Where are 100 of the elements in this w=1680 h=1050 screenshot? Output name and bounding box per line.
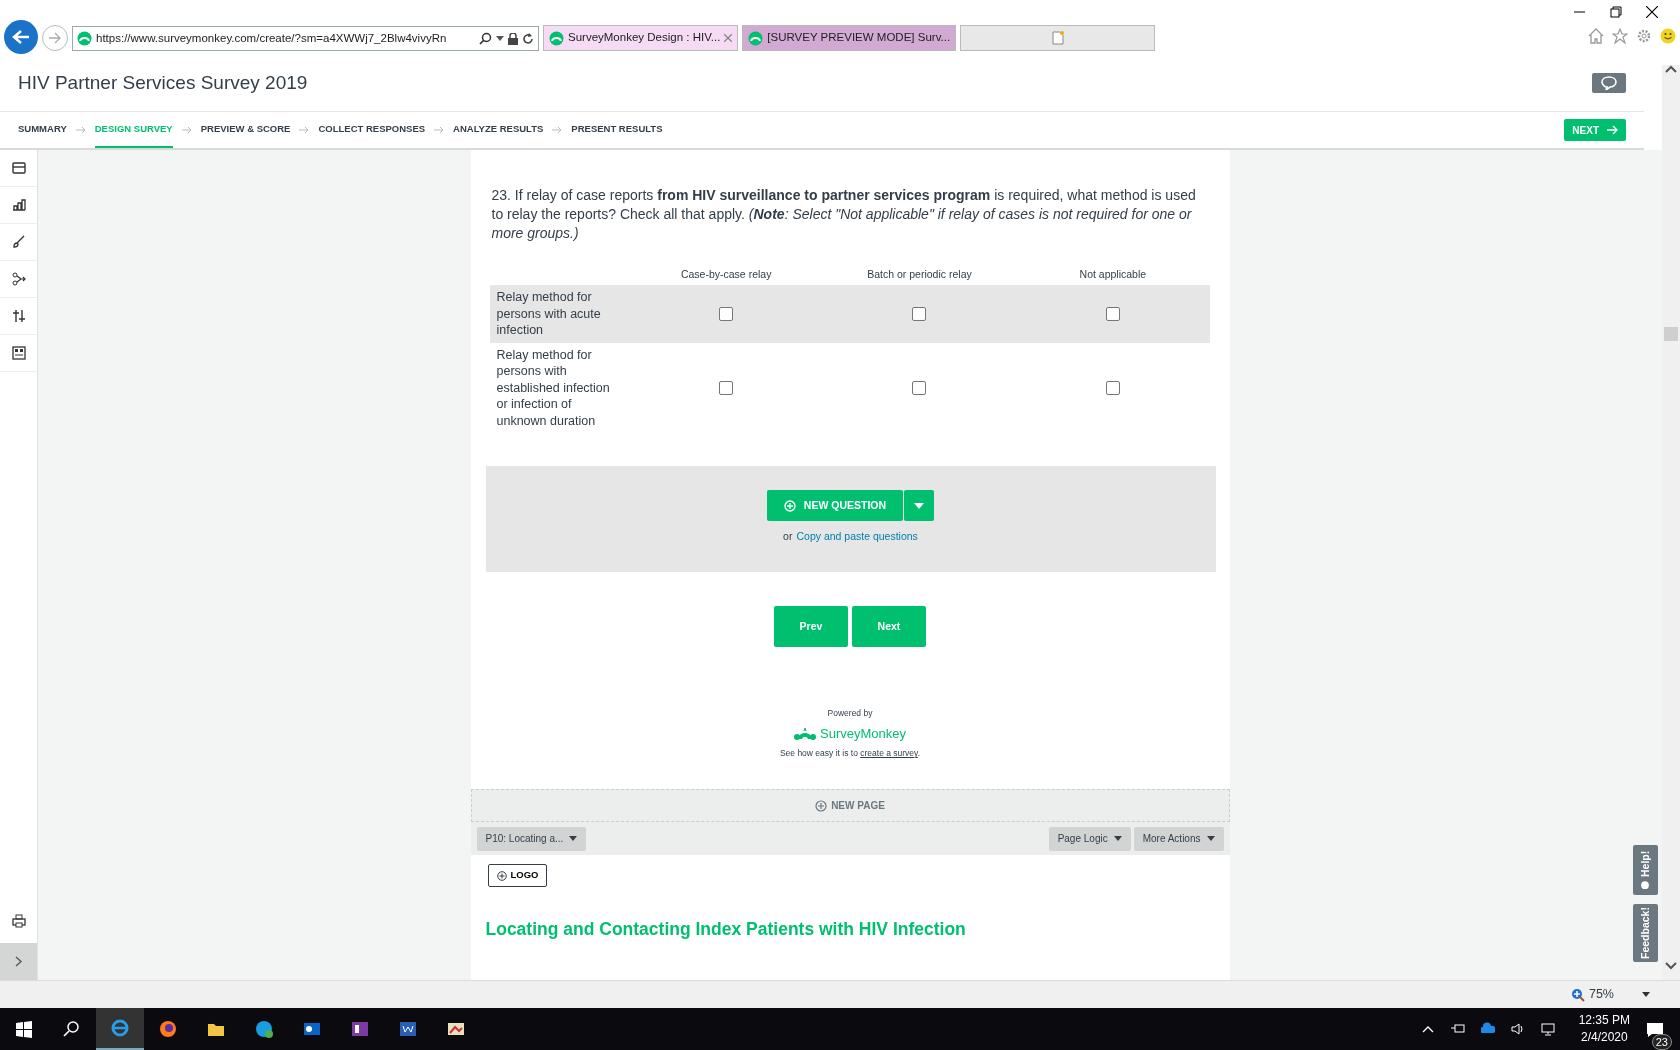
- caret-icon: [569, 836, 578, 841]
- plus-circle-icon: [496, 870, 507, 881]
- chevron-down-icon: [1665, 962, 1677, 970]
- checkbox[interactable]: [912, 306, 927, 321]
- page-menu-button[interactable]: P10: Locating a...: [476, 826, 587, 851]
- back-arrow-icon: [12, 29, 30, 45]
- arrow-icon: [1607, 125, 1618, 135]
- checkbox[interactable]: [719, 380, 734, 395]
- caret-icon: [1206, 836, 1215, 841]
- site-icon: [77, 31, 92, 46]
- notebook-app-icon[interactable]: [351, 1020, 369, 1038]
- scroll-thumb[interactable]: [1664, 327, 1678, 341]
- arrow-icon: [552, 126, 563, 134]
- monitor-icon[interactable]: [1540, 1022, 1555, 1036]
- caret-icon: [914, 503, 925, 510]
- close-icon[interactable]: [1646, 6, 1658, 18]
- column-header: Not applicable: [1079, 267, 1147, 283]
- speaker-icon[interactable]: [1510, 1022, 1525, 1036]
- refresh-icon: [522, 32, 534, 45]
- zoom-icon[interactable]: [1570, 987, 1585, 1002]
- browser-e-icon[interactable]: [111, 1019, 129, 1037]
- chevron-right-icon: [15, 956, 22, 967]
- smiley-icon[interactable]: [1660, 28, 1676, 44]
- speech-bubble-icon: [1601, 76, 1617, 90]
- checkbox[interactable]: [1105, 306, 1120, 321]
- search-icon[interactable]: [63, 1020, 81, 1038]
- branch-icon[interactable]: [11, 272, 26, 286]
- forward-arrow-icon: [48, 32, 62, 44]
- page-title: Locating and Contacting Index Patients with HIV Infection: [485, 918, 967, 941]
- scrollbar[interactable]: [1662, 65, 1680, 980]
- restore-icon[interactable]: [1610, 6, 1622, 18]
- chat-s-icon[interactable]: [255, 1020, 273, 1038]
- caret-icon: [1113, 836, 1122, 841]
- sliders-icon[interactable]: [11, 309, 26, 323]
- logo-button[interactable]: LOGO: [487, 864, 548, 887]
- site-icon: [748, 30, 764, 46]
- copy-paste-link[interactable]: Copy and paste questions: [796, 529, 918, 545]
- notification-count: 23: [1651, 1034, 1672, 1050]
- battery-plug-icon[interactable]: [1450, 1022, 1465, 1036]
- arrow-icon: [434, 126, 445, 134]
- browser-tab[interactable]: [SURVEY PREVIEW MODE] Surv...: [742, 25, 957, 51]
- document-app-icon[interactable]: [399, 1020, 417, 1038]
- clock-time[interactable]: 12:35 PM: [1578, 1012, 1630, 1029]
- step-tab[interactable]: PRESENT RESULTS: [571, 112, 663, 148]
- brush-icon[interactable]: [11, 235, 26, 249]
- checkbox[interactable]: [912, 380, 927, 395]
- mail-app-icon[interactable]: [303, 1020, 321, 1038]
- paint-app-icon[interactable]: [447, 1020, 465, 1038]
- comment-button[interactable]: [1592, 73, 1626, 93]
- side-tab[interactable]: Help!: [1633, 845, 1658, 895]
- lock-icon: [508, 32, 518, 45]
- arrow-icon: [299, 126, 310, 134]
- question-text: 23. If relay of case reports from HIV surveillance to partner services program is required, what method is used to relay the reports? Check all that apply. (Note: Select "Not applicable" if relay of cases is not required for one or more groups.): [490, 186, 1197, 243]
- arrow-icon: [75, 126, 86, 134]
- fox-globe-icon[interactable]: [159, 1020, 177, 1038]
- address-bar[interactable]: https://www.surveymonkey.com/create/?sm=a4XWWj7_2Blw4vivyRn: [72, 26, 539, 51]
- or-text: or: [783, 529, 793, 544]
- plus-circle-icon: [815, 799, 828, 812]
- address-text: https://www.surveymonkey.com/create/?sm=a4XWWj7_2Blw4vivyRn: [96, 30, 448, 46]
- plus-circle-icon: [783, 499, 796, 512]
- step-tab[interactable]: SUMMARY: [18, 112, 67, 148]
- column-header: Batch or periodic relay: [867, 267, 972, 283]
- grid-icon[interactable]: [11, 346, 26, 360]
- checkbox[interactable]: [719, 306, 734, 321]
- checkbox[interactable]: [1105, 380, 1120, 395]
- search-icon: [479, 32, 492, 45]
- windows-logo-icon[interactable]: [15, 1020, 33, 1038]
- bars-icon[interactable]: [11, 198, 26, 212]
- browser-tab[interactable]: SurveyMonkey Design : HIV...: [543, 25, 739, 51]
- page-action-button[interactable]: Page Logic: [1048, 826, 1131, 851]
- monkey-logo-icon: [794, 726, 816, 741]
- clock-date[interactable]: 2/4/2020: [1580, 1029, 1628, 1046]
- back-button[interactable]: [4, 20, 38, 54]
- arrow-icon: [181, 126, 192, 134]
- brand-name: SurveyMonkey: [820, 724, 906, 743]
- side-tab[interactable]: Feedback!: [1633, 904, 1658, 962]
- row-label: Relay method for persons with established infection or infection of unknown duration: [495, 346, 611, 430]
- chevron-up-icon: [1665, 65, 1677, 73]
- page-action-button[interactable]: More Actions: [1133, 826, 1224, 851]
- cloud-icon[interactable]: [1480, 1022, 1495, 1036]
- caret-icon[interactable]: [1642, 992, 1650, 997]
- column-header: Case-by-case relay: [680, 267, 772, 283]
- home-icon[interactable]: [1588, 28, 1604, 44]
- survey-title: HIV Partner Services Survey 2019: [18, 70, 309, 95]
- step-tab[interactable]: PREVIEW & SCORE: [200, 112, 291, 148]
- star-icon[interactable]: [1612, 28, 1628, 44]
- new-tab-icon: [1051, 31, 1064, 45]
- notifications-icon[interactable]: [1646, 1021, 1664, 1038]
- caret-icon: [496, 36, 504, 41]
- site-icon: [549, 30, 564, 46]
- card-icon[interactable]: [11, 161, 26, 175]
- printer-icon[interactable]: [11, 913, 26, 928]
- step-tab[interactable]: ANALYZE RESULTS: [453, 112, 544, 148]
- footer-text: See how easy it is to create a survey.: [779, 747, 921, 760]
- zoom-level[interactable]: 75%: [1588, 985, 1614, 1004]
- step-tab[interactable]: COLLECT RESPONSES: [318, 112, 426, 148]
- settings-icon[interactable]: [1636, 28, 1652, 44]
- help-icon: [1640, 881, 1651, 889]
- new-page-button[interactable]: NEW PAGE: [470, 789, 1230, 822]
- row-label: Relay method for persons with acute infection: [495, 289, 602, 339]
